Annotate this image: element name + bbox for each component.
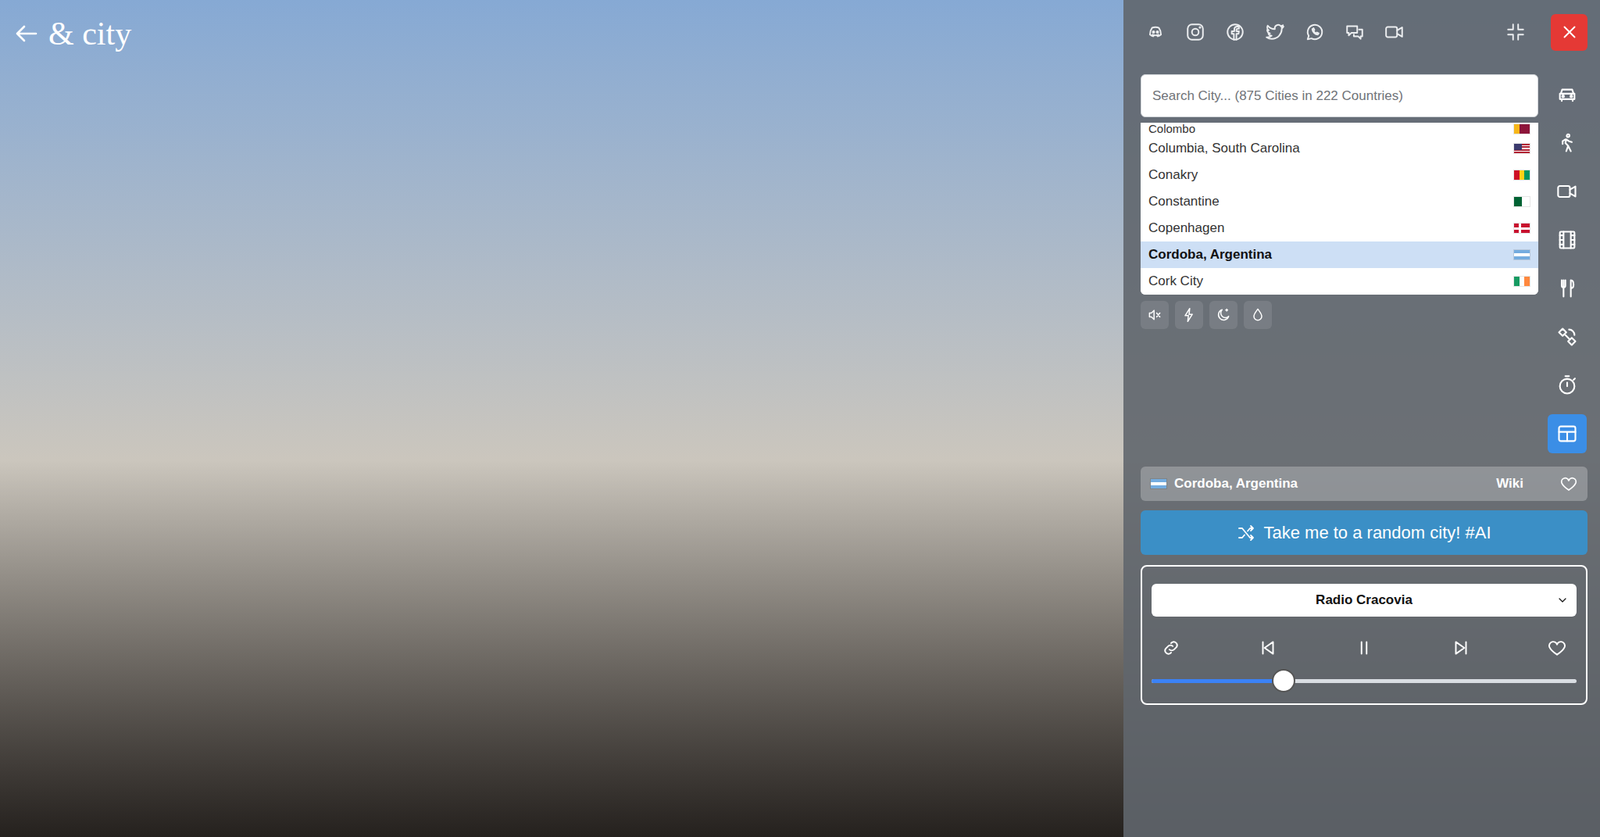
video-call-icon[interactable] [1384,21,1405,43]
favorite-heart-icon[interactable] [1559,474,1579,493]
twitter-icon[interactable] [1264,21,1286,43]
tool-button[interactable] [1547,317,1587,357]
chat-icon[interactable] [1344,21,1365,43]
layout-icon [1556,422,1579,445]
tool-button[interactable] [1547,365,1587,405]
discord-icon[interactable] [1145,21,1166,43]
city-item[interactable]: Cordoba, Argentina [1140,241,1539,268]
tool-button[interactable] [1547,268,1587,308]
side-panel: ColomboColumbia, South CarolinaConakryCo… [1123,0,1600,837]
location-bar: Cordoba, Argentina Wiki [1140,466,1588,501]
tool-button[interactable] [1547,171,1587,211]
random-city-button[interactable]: Take me to a random city! #AI [1140,510,1588,555]
close-icon [1559,21,1580,43]
satellite-icon [1556,325,1579,348]
city-item[interactable]: Copenhagen [1140,214,1539,242]
car-icon [1556,83,1579,106]
mute-button[interactable] [1140,300,1169,329]
station-select[interactable]: Radio Cracovia [1151,583,1577,617]
flag [1513,196,1531,208]
next-icon[interactable] [1450,637,1472,658]
instagram-icon[interactable] [1185,21,1206,43]
tool-button[interactable] [1547,414,1587,454]
city-item[interactable]: Cork City [1140,267,1539,295]
compress-icon[interactable] [1505,21,1526,43]
city-search[interactable] [1140,74,1539,118]
flag [1513,275,1531,287]
volume-fill [1151,678,1284,683]
flag [1150,478,1168,490]
back-button[interactable] [12,19,41,48]
close-button[interactable] [1550,14,1588,51]
city-item[interactable]: Columbia, South Carolina [1140,135,1539,162]
header: & city [0,0,1124,50]
flag [1513,222,1531,234]
tool-button[interactable] [1547,220,1587,260]
logo[interactable]: & city [48,17,132,50]
moon-icon [1215,307,1232,323]
shuffle-icon [1236,523,1256,543]
whatsapp-icon[interactable] [1304,21,1325,43]
tool-button[interactable] [1547,75,1587,115]
tool-button[interactable] [1547,123,1587,163]
city-list: ColomboColumbia, South CarolinaConakryCo… [1140,122,1539,295]
wiki-link[interactable]: Wiki [1496,473,1524,494]
volume-slider[interactable] [1151,668,1577,693]
top-bar [1123,0,1600,65]
rain-button[interactable] [1243,300,1272,329]
city-item[interactable]: Constantine [1140,188,1539,215]
previous-icon[interactable] [1257,637,1279,658]
flag [1513,169,1531,181]
timer-icon [1556,374,1579,397]
drop-icon [1250,307,1266,323]
mute-icon [1146,307,1163,323]
toggle-row [1140,300,1539,329]
walk-icon [1556,132,1579,154]
flag [1513,249,1531,261]
radio-player: Radio Cracovia [1140,564,1588,705]
chevron-down-icon [1556,593,1569,607]
food-icon [1556,277,1579,300]
pause-icon[interactable] [1353,637,1375,658]
film-icon [1556,228,1579,251]
player-controls [1151,632,1577,664]
arrow-left-icon [12,19,41,48]
night-button[interactable] [1209,300,1238,329]
city-item[interactable]: Colombo [1140,122,1539,136]
link-icon[interactable] [1160,637,1182,658]
flag [1513,142,1531,154]
video-icon [1556,180,1579,203]
location-name: Cordoba, Argentina [1174,473,1298,494]
lightning-button[interactable] [1175,300,1204,329]
flag [1513,123,1531,135]
volume-thumb[interactable] [1271,668,1296,693]
tool-column [1547,70,1587,458]
volume-track[interactable] [1151,678,1577,683]
facebook-icon[interactable] [1225,21,1246,43]
city-item[interactable]: Conakry [1140,161,1539,189]
station-heart-icon[interactable] [1546,637,1568,658]
lightning-icon [1181,307,1197,323]
